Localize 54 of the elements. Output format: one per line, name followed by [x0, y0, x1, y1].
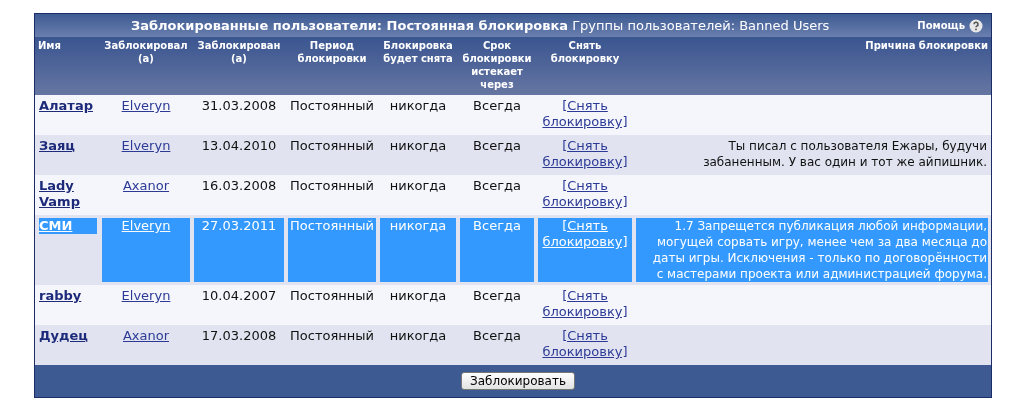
table-cell: Постоянный [288, 218, 376, 282]
banned-by-link[interactable]: Elveryn [121, 98, 171, 113]
table-cell-text: никогда [388, 178, 448, 195]
table-cell-text: 17.03.2008 [200, 328, 278, 345]
username-link[interactable]: rabby [39, 288, 82, 304]
table-cell-text: Постоянный [289, 138, 375, 155]
username-link[interactable]: Lady Vamp [39, 178, 98, 210]
table-cell-text: Постоянный [289, 178, 375, 195]
table-cell-text: никогда [388, 138, 448, 155]
column-header: Заблокировал (а) [103, 39, 189, 66]
table-cell-text: Всегда [472, 178, 522, 195]
panel-subtitle: Группы пользователей: Banned Users [572, 17, 830, 33]
username-link[interactable]: Заяц [39, 138, 75, 154]
column-header: Снять блокировку [549, 39, 621, 66]
table-cell-text: Постоянный [289, 328, 375, 345]
table-cell-text: 16.03.2008 [200, 178, 278, 195]
table-cell-text: Всегда [472, 98, 522, 115]
unban-link[interactable]: [Снять блокировку] [538, 178, 632, 210]
table-cell-text: Постоянный [289, 98, 375, 115]
table-cell-text: 31.03.2008 [200, 98, 278, 115]
banned-by-link[interactable]: Elveryn [121, 138, 171, 153]
help-icon [969, 18, 983, 33]
unban-link[interactable]: [Снять блокировку] [538, 288, 632, 320]
ban-button[interactable]: Заблокировать [461, 372, 575, 390]
unban-link[interactable]: [Снять блокировку] [538, 138, 632, 170]
table-cell: никогда [380, 218, 456, 282]
help-link[interactable]: Помощь [917, 18, 983, 33]
ban-reason: Ты писал с пользователя Ежары, будучи забаненным. У вас один и тот же айпишник. [703, 139, 987, 169]
panel-title: Заблокированные пользователи: Постоянная блокировка [130, 17, 569, 33]
column-header: Срок блокировки истекает через [461, 39, 533, 92]
table-cell-text: никогда [388, 288, 448, 305]
table-cell-text: Всегда [472, 328, 522, 345]
column-header: Период блокировки [296, 39, 368, 66]
table-cell-text: 13.04.2010 [200, 138, 278, 155]
column-header: Заблокирован (а) [196, 39, 282, 66]
column-header: Имя [38, 39, 62, 53]
banned-by-link[interactable]: Axanor [122, 178, 170, 193]
unban-link[interactable]: [Снять блокировку] [538, 98, 632, 130]
table-cell: Всегда [460, 218, 534, 282]
table-cell-text: Всегда [472, 288, 522, 305]
table-cell-text: никогда [388, 98, 448, 115]
table-cell-text: никогда [388, 328, 448, 345]
username-link[interactable]: Дудец [39, 328, 88, 344]
banned-by-link[interactable]: Axanor [122, 328, 170, 343]
username-link[interactable]: Алатар [39, 98, 93, 114]
table-cell-text: Всегда [472, 138, 522, 155]
table-cell: 27.03.2011 [194, 218, 284, 282]
table-cell-text: Постоянный [289, 288, 375, 305]
column-header: Причина блокировки [864, 39, 988, 53]
banned-by-link[interactable]: Elveryn [121, 288, 171, 303]
column-header: Блокировка будет снята [382, 39, 454, 66]
ban-reason: 1.7 Запрещется публикация любой информации, могущей сорвать игру, менее чем за два месяца до даты игры. Исключения - только по договорённости с мастерами проекта или администрацией форума. [652, 219, 987, 281]
unban-link[interactable]: [Снять блокировку] [538, 328, 632, 360]
table-cell-text: 10.04.2007 [200, 288, 278, 305]
